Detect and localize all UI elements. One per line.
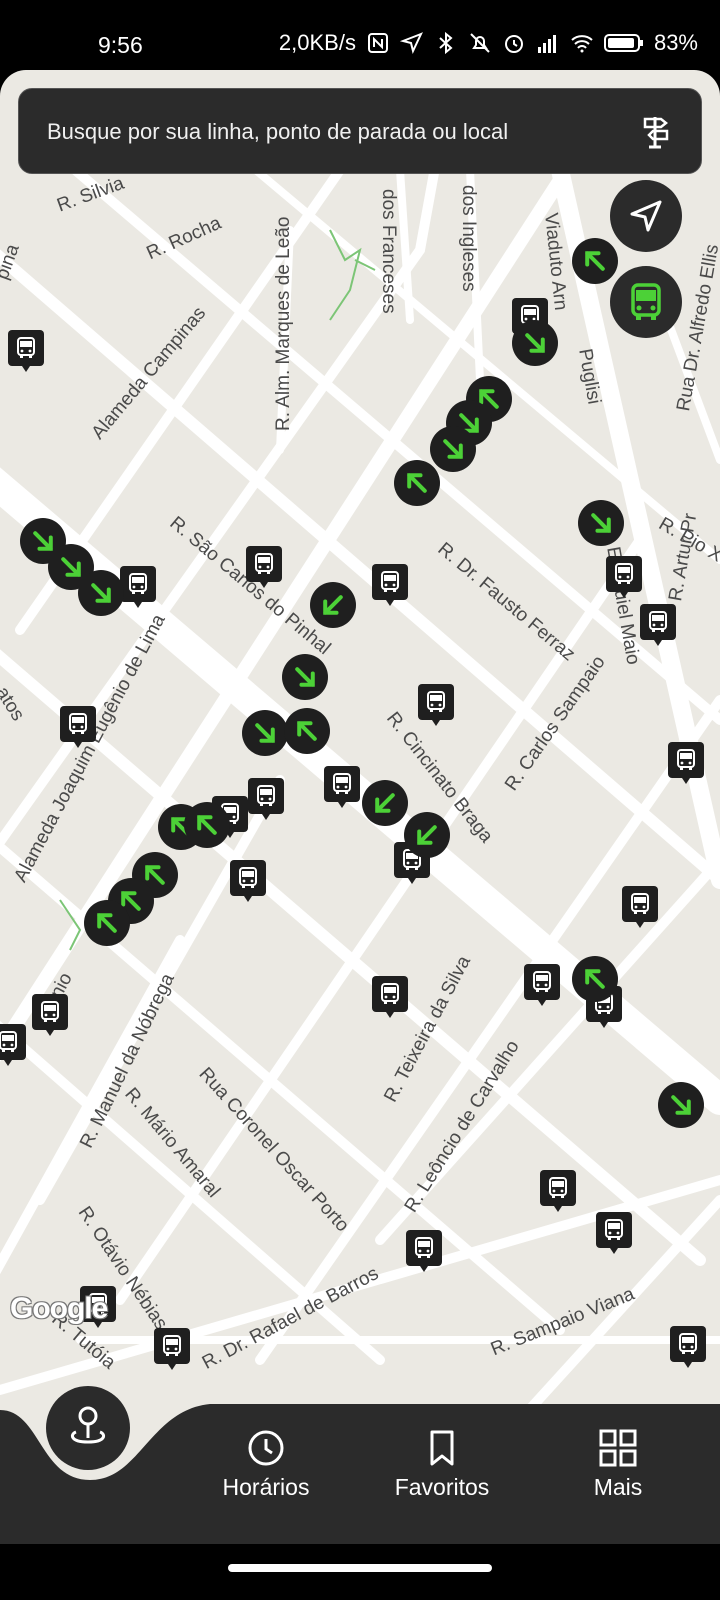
nfc-icon — [367, 33, 388, 53]
vehicle-marker[interactable] — [242, 710, 288, 756]
status-bar: 9:56 2,0KB/s 83% — [0, 0, 720, 70]
bus-stop-marker[interactable] — [540, 1170, 576, 1212]
bus-icon — [631, 283, 661, 320]
vehicle-marker[interactable] — [404, 812, 450, 858]
vehicle-marker[interactable] — [284, 708, 330, 754]
bus-stop-marker[interactable] — [0, 1024, 26, 1066]
bus-stop-marker[interactable] — [622, 886, 658, 928]
bus-layer-button[interactable] — [610, 266, 682, 338]
google-logo: Google — [10, 1292, 108, 1325]
mute-icon — [470, 33, 490, 53]
nav-favoritos[interactable]: Favoritos — [372, 1428, 512, 1501]
location-icon — [399, 32, 423, 54]
vehicle-marker[interactable] — [78, 570, 124, 616]
bus-stop-marker[interactable] — [418, 684, 454, 726]
search-input[interactable]: Busque por sua linha, ponto de parada ou… — [47, 119, 508, 145]
vehicle-marker[interactable] — [310, 582, 356, 628]
recenter-button[interactable] — [46, 1386, 130, 1470]
bookmark-icon — [430, 1430, 454, 1466]
bus-stop-marker[interactable] — [246, 546, 282, 588]
bus-stop-marker[interactable] — [8, 330, 44, 372]
nav-label: Horários — [222, 1474, 310, 1500]
bus-stop-marker[interactable] — [230, 860, 266, 902]
vehicle-marker[interactable] — [282, 654, 328, 700]
wifi-icon — [571, 35, 593, 53]
bus-stop-marker[interactable] — [248, 778, 284, 820]
vehicle-marker[interactable] — [512, 320, 558, 366]
vehicle-marker[interactable] — [572, 238, 618, 284]
bus-stop-marker[interactable] — [640, 604, 676, 646]
map-pin-icon — [70, 1406, 106, 1444]
vehicle-marker[interactable] — [658, 1082, 704, 1128]
nav-horarios[interactable]: Horários — [196, 1428, 336, 1501]
bus-stop-marker[interactable] — [670, 1326, 706, 1368]
navigate-button[interactable] — [610, 180, 682, 252]
signpost-icon[interactable] — [637, 111, 677, 151]
vehicle-marker[interactable] — [394, 460, 440, 506]
street-label: dos Franceses — [378, 189, 399, 314]
search-bar[interactable]: Busque por sua linha, ponto de parada ou… — [18, 88, 702, 174]
battery-percent: 83% — [653, 30, 698, 55]
bus-stop-marker[interactable] — [668, 742, 704, 784]
grid-icon — [599, 1429, 637, 1467]
bluetooth-icon — [439, 31, 453, 55]
bus-stop-marker[interactable] — [372, 564, 408, 606]
vehicle-marker[interactable] — [184, 802, 230, 848]
bus-stop-marker[interactable] — [154, 1328, 190, 1370]
bus-stop-marker[interactable] — [606, 556, 642, 598]
navigation-arrow-icon — [630, 200, 662, 232]
bus-stop-marker[interactable] — [324, 766, 360, 808]
nav-label: Favoritos — [394, 1474, 490, 1500]
home-indicator[interactable] — [228, 1564, 492, 1572]
bus-stop-marker[interactable] — [406, 1230, 442, 1272]
vehicle-marker[interactable] — [578, 500, 624, 546]
street-label: R. Alm. Marques de Leão — [273, 216, 294, 431]
battery-icon — [603, 34, 643, 52]
alarm-icon — [504, 35, 523, 53]
bus-stop-marker[interactable] — [32, 994, 68, 1036]
bus-stop-marker[interactable] — [372, 976, 408, 1018]
status-time: 9:56 — [98, 32, 143, 58]
signal-icon — [537, 35, 556, 53]
vehicle-marker[interactable] — [362, 780, 408, 826]
vehicle-marker[interactable] — [84, 900, 130, 946]
status-icons: 2,0KB/s 83% — [279, 30, 698, 56]
bus-stop-marker[interactable] — [120, 566, 156, 608]
map-view[interactable]: R. Silvia R. Rocha R. Alm. Marques de Le… — [0, 70, 720, 1510]
street-label: dos Ingleses — [458, 185, 479, 292]
nav-label: Mais — [593, 1474, 643, 1500]
bus-stop-marker[interactable] — [596, 1212, 632, 1254]
bus-stop-marker[interactable] — [60, 706, 96, 748]
clock-icon — [248, 1430, 284, 1466]
vehicle-marker[interactable] — [572, 956, 618, 1002]
network-speed: 2,0KB/s — [278, 30, 356, 55]
bus-stop-marker[interactable] — [524, 964, 560, 1006]
nav-mais[interactable]: Mais — [548, 1428, 688, 1501]
